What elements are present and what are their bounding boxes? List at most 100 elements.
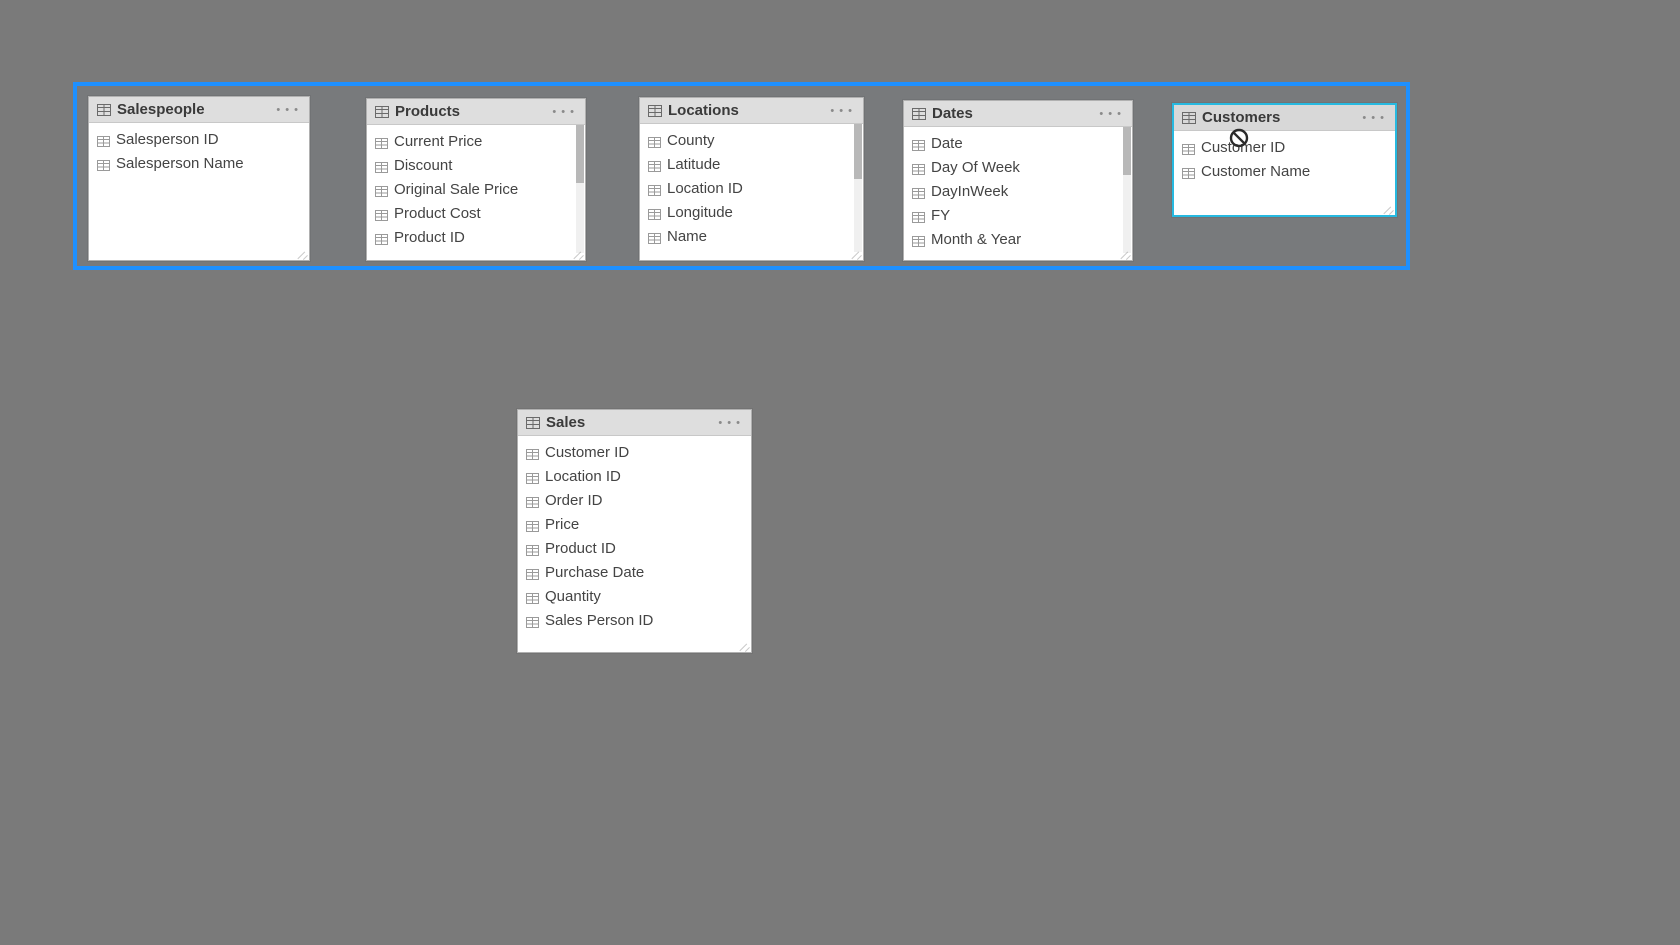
table-header-customers[interactable]: Customers• • • bbox=[1174, 105, 1395, 131]
field-row[interactable]: Date bbox=[904, 131, 1132, 155]
column-icon bbox=[912, 210, 925, 221]
column-icon bbox=[526, 591, 539, 602]
field-label: County bbox=[667, 132, 715, 149]
field-row[interactable]: Salesperson ID bbox=[89, 127, 309, 151]
field-label: Longitude bbox=[667, 204, 733, 221]
table-icon bbox=[375, 106, 389, 118]
scrollbar-thumb[interactable] bbox=[1123, 127, 1131, 175]
table-card-customers[interactable]: Customers• • • Customer ID Customer Name bbox=[1172, 103, 1397, 217]
field-row[interactable]: Product Cost bbox=[367, 201, 585, 225]
table-body: Salesperson ID Salesperson Name bbox=[89, 123, 309, 260]
table-header-sales[interactable]: Sales• • • bbox=[518, 410, 751, 436]
field-row[interactable]: Latitude bbox=[640, 152, 863, 176]
field-row[interactable]: Discount bbox=[367, 153, 585, 177]
table-card-products[interactable]: Products• • • Current Price Discount Origin… bbox=[366, 98, 586, 261]
table-title: Products bbox=[395, 103, 550, 120]
field-row[interactable]: DayInWeek bbox=[904, 179, 1132, 203]
field-row[interactable]: Customer Name bbox=[1174, 159, 1395, 183]
table-body: Customer ID Location ID Order ID Price Produ… bbox=[518, 436, 751, 652]
column-icon bbox=[526, 615, 539, 626]
field-label: Customer ID bbox=[1201, 139, 1285, 156]
column-icon bbox=[912, 186, 925, 197]
field-row[interactable]: Customer ID bbox=[1174, 135, 1395, 159]
field-row[interactable]: Order ID bbox=[518, 488, 751, 512]
field-label: Product Cost bbox=[394, 205, 481, 222]
resize-grip-icon[interactable] bbox=[1120, 248, 1130, 258]
scrollbar-thumb[interactable] bbox=[854, 124, 862, 179]
table-body: DateDay Of Week DayInWeek FY Month & Year bbox=[904, 127, 1132, 260]
field-row[interactable]: Product ID bbox=[518, 536, 751, 560]
column-icon bbox=[1182, 166, 1195, 177]
field-row[interactable]: Customer ID bbox=[518, 440, 751, 464]
table-title: Salespeople bbox=[117, 101, 274, 118]
field-label: Salesperson ID bbox=[116, 131, 219, 148]
table-card-dates[interactable]: Dates• • • DateDay Of Week DayInWeek FY Mont… bbox=[903, 100, 1133, 261]
column-icon bbox=[97, 134, 110, 145]
more-options-icon[interactable]: • • • bbox=[274, 104, 301, 116]
field-row[interactable]: Day Of Week bbox=[904, 155, 1132, 179]
column-icon bbox=[648, 183, 661, 194]
column-icon bbox=[648, 135, 661, 146]
field-label: FY bbox=[931, 207, 950, 224]
table-card-locations[interactable]: Locations• • • County Latitude Location ID L… bbox=[639, 97, 864, 261]
table-title: Sales bbox=[546, 414, 716, 431]
table-title: Customers bbox=[1202, 109, 1360, 126]
table-body: Current Price Discount Original Sale Price… bbox=[367, 125, 585, 260]
field-label: Product ID bbox=[394, 229, 465, 246]
field-row[interactable]: Price bbox=[518, 512, 751, 536]
resize-grip-icon[interactable] bbox=[297, 248, 307, 258]
column-icon bbox=[912, 234, 925, 245]
column-icon bbox=[526, 543, 539, 554]
field-row[interactable]: Name bbox=[640, 224, 863, 248]
field-label: Location ID bbox=[667, 180, 743, 197]
more-options-icon[interactable]: • • • bbox=[828, 105, 855, 117]
more-options-icon[interactable]: • • • bbox=[550, 106, 577, 118]
field-row[interactable]: Sales Person ID bbox=[518, 608, 751, 632]
column-icon bbox=[375, 184, 388, 195]
resize-grip-icon[interactable] bbox=[1383, 203, 1393, 213]
field-row[interactable]: Quantity bbox=[518, 584, 751, 608]
table-header-dates[interactable]: Dates• • • bbox=[904, 101, 1132, 127]
field-row[interactable]: Salesperson Name bbox=[89, 151, 309, 175]
resize-grip-icon[interactable] bbox=[573, 248, 583, 258]
table-header-products[interactable]: Products• • • bbox=[367, 99, 585, 125]
table-icon bbox=[648, 105, 662, 117]
column-icon bbox=[648, 159, 661, 170]
field-label: DayInWeek bbox=[931, 183, 1008, 200]
field-row[interactable]: Location ID bbox=[518, 464, 751, 488]
column-icon bbox=[375, 160, 388, 171]
field-row[interactable]: FY bbox=[904, 203, 1132, 227]
field-label: Order ID bbox=[545, 492, 603, 509]
table-icon bbox=[526, 417, 540, 429]
field-label: Customer ID bbox=[545, 444, 629, 461]
column-icon bbox=[526, 567, 539, 578]
more-options-icon[interactable]: • • • bbox=[716, 417, 743, 429]
field-row[interactable]: Longitude bbox=[640, 200, 863, 224]
scrollbar-thumb[interactable] bbox=[576, 125, 584, 183]
field-label: Product ID bbox=[545, 540, 616, 557]
field-row[interactable]: Purchase Date bbox=[518, 560, 751, 584]
field-row[interactable]: Current Price bbox=[367, 129, 585, 153]
more-options-icon[interactable]: • • • bbox=[1360, 112, 1387, 124]
field-row[interactable]: Product ID bbox=[367, 225, 585, 249]
more-options-icon[interactable]: • • • bbox=[1097, 108, 1124, 120]
field-label: Name bbox=[667, 228, 707, 245]
resize-grip-icon[interactable] bbox=[851, 248, 861, 258]
table-card-sales[interactable]: Sales• • • Customer ID Location ID Order ID… bbox=[517, 409, 752, 653]
resize-grip-icon[interactable] bbox=[739, 640, 749, 650]
table-title: Locations bbox=[668, 102, 828, 119]
field-row[interactable]: Month & Year bbox=[904, 227, 1132, 251]
table-header-salespeople[interactable]: Salespeople• • • bbox=[89, 97, 309, 123]
column-icon bbox=[526, 471, 539, 482]
field-label: Sales Person ID bbox=[545, 612, 653, 629]
field-label: Location ID bbox=[545, 468, 621, 485]
field-row[interactable]: County bbox=[640, 128, 863, 152]
table-title: Dates bbox=[932, 105, 1097, 122]
table-card-salespeople[interactable]: Salespeople• • •Salesperson IDSalesperso… bbox=[88, 96, 310, 261]
field-label: Discount bbox=[394, 157, 452, 174]
field-row[interactable]: Original Sale Price bbox=[367, 177, 585, 201]
field-label: Original Sale Price bbox=[394, 181, 518, 198]
table-body: County Latitude Location ID Longitude Name bbox=[640, 124, 863, 260]
table-header-locations[interactable]: Locations• • • bbox=[640, 98, 863, 124]
field-row[interactable]: Location ID bbox=[640, 176, 863, 200]
